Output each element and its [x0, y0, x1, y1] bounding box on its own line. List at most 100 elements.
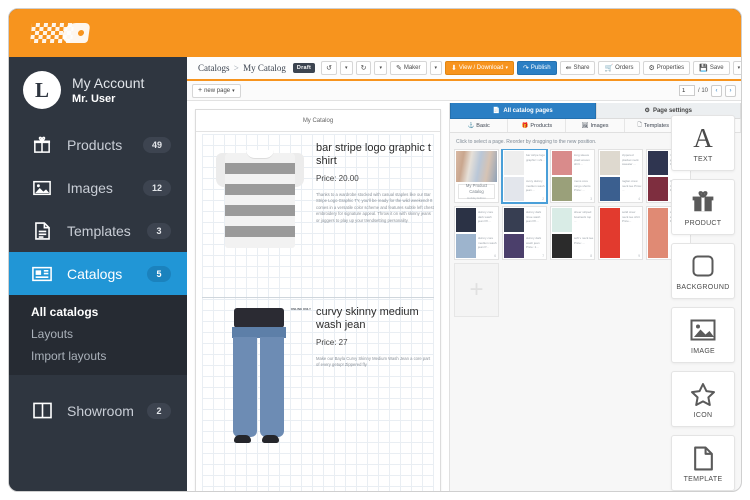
properties-label: Properties: [656, 65, 685, 71]
palette-label: IMAGE: [690, 348, 716, 355]
page-navigation-bar: + new page ▾ / 10 ‹ ›: [187, 81, 741, 101]
undo-button[interactable]: ↺: [321, 61, 338, 75]
orders-label: Orders: [615, 65, 634, 71]
subtab-images[interactable]: 🖼 Images: [566, 119, 625, 132]
catalogs-subnav: All catalogs Layouts Import layouts: [9, 295, 187, 375]
thumbnail-cover[interactable]: My Product Catalog Holiday Edition: [454, 149, 499, 203]
palette-item-icon[interactable]: ICON: [671, 371, 735, 427]
product-price-1: Price: 20.00: [316, 173, 359, 183]
chevron-down-icon: ▾: [434, 65, 438, 71]
thumbnail-number: 6: [494, 254, 496, 258]
thumbnail-label-bottom: mens core cargo shorts Price: ...: [574, 179, 591, 192]
publish-button[interactable]: ↷ Publish: [517, 61, 557, 75]
properties-button[interactable]: ⚙ Properties: [642, 61, 691, 75]
maker-dropdown[interactable]: ▾: [429, 61, 443, 75]
account-block[interactable]: L My Account Mr. User: [9, 57, 187, 123]
orders-button[interactable]: 🛒 Orders: [598, 61, 640, 75]
element-palette: A TEXT PRODUCT BACKGROUND IMAGE ICON TEM…: [665, 115, 741, 491]
plus-icon: +: [198, 87, 203, 94]
page-number-input[interactable]: [678, 85, 695, 96]
main-area: Catalogs > My Catalog Draft ↺ ▾ ↻ ▾ ✎ Ma…: [187, 57, 741, 491]
subnav-item-layouts[interactable]: Layouts: [9, 323, 187, 345]
view-download-button[interactable]: ⬇ View / Download ▾: [445, 61, 514, 75]
thumbnail-page[interactable]: skinny core dark wash jean Pri... skinny…: [454, 206, 499, 260]
catalog-icon: [31, 264, 53, 284]
checkered-flag-logo[interactable]: [29, 19, 93, 47]
thumbnail-page[interactable]: bar stripe logo graphic t shi... curvy s…: [502, 149, 547, 203]
avatar: L: [23, 71, 61, 109]
undo-icon: ↺: [326, 64, 333, 72]
page-divider: [202, 297, 434, 298]
catalog-canvas[interactable]: My Catalog bar stripe logo graphic t shi…: [187, 103, 449, 491]
thumbnail-number: 2: [542, 197, 544, 201]
catalog-page[interactable]: My Catalog bar stripe logo graphic t shi…: [195, 109, 441, 491]
thumbnail-page[interactable]: sheer striped boatneck top ... soft v ne…: [550, 206, 595, 260]
page-grid: bar stripe logo graphic t shirt Price: 2…: [202, 134, 434, 491]
total-pages-label: / 10: [697, 87, 708, 94]
thumbnail-page[interactable]: solid crew neck tee shirt Price... 9: [598, 206, 643, 260]
status-badge: Draft: [292, 63, 316, 73]
subtab-products[interactable]: 🎁 Products: [508, 119, 567, 132]
thumbnail-page[interactable]: zippered placket neck sweater ... raglan…: [598, 149, 643, 203]
subtab-basic[interactable]: ⚓ Basic: [450, 119, 509, 132]
thumbnail-number: 8: [590, 254, 592, 258]
sidebar-badge: 2: [147, 402, 171, 419]
thumbnail-page[interactable]: long sleeve plaid woven shirt ... mens c…: [550, 149, 595, 203]
cover-subtitle: Holiday Edition: [467, 195, 486, 200]
sidebar-label: Images: [67, 179, 113, 196]
redo-icon: ↻: [360, 64, 367, 72]
maker-button[interactable]: ✎ Maker: [389, 61, 427, 75]
gift-icon: [691, 187, 715, 217]
subnav-item-all-catalogs[interactable]: All catalogs: [9, 301, 187, 323]
gear-icon: ⚙: [644, 108, 650, 114]
undo-dropdown[interactable]: ▾: [340, 61, 353, 75]
palette-item-image[interactable]: IMAGE: [671, 307, 735, 363]
app-header: [9, 9, 741, 57]
breadcrumb-root[interactable]: Catalogs: [198, 63, 230, 73]
palette-label: TEMPLATE: [683, 476, 723, 483]
subtab-label: Images: [590, 122, 609, 129]
product-description-1: Thanks to a wardrobe stocked with casual…: [316, 191, 434, 223]
gift-icon: [31, 135, 53, 155]
rounded-square-icon: [691, 251, 715, 281]
product-block-1[interactable]: bar stripe logo graphic t shirt Price: 2…: [202, 138, 434, 288]
next-page-button[interactable]: ›: [725, 84, 736, 97]
cover-title: My Product Catalog: [465, 183, 488, 194]
subtab-label: Products: [530, 122, 553, 129]
thumbnail-label-top: solid crew neck tee shirt Price...: [622, 210, 640, 223]
image-icon: [31, 178, 53, 198]
share-button[interactable]: ⇚ Share: [559, 61, 596, 75]
sidebar-item-catalogs[interactable]: Catalogs 5: [9, 252, 187, 295]
palette-item-product[interactable]: PRODUCT: [671, 179, 735, 235]
palette-label: TEXT: [693, 156, 713, 163]
redo-button[interactable]: ↻: [355, 61, 372, 75]
palette-item-background[interactable]: BACKGROUND: [671, 243, 735, 299]
page-header-title: My Catalog: [196, 110, 440, 132]
thumbnail-label-top: long sleeve plaid woven shirt ...: [574, 153, 590, 166]
product-block-2[interactable]: ONLINE ONLY curvy skinny medium wash jea…: [202, 302, 434, 472]
subnav-item-import-layouts[interactable]: Import layouts: [9, 345, 187, 367]
palette-item-template[interactable]: TEMPLATE: [671, 435, 735, 491]
new-page-button[interactable]: + new page ▾: [192, 83, 241, 98]
tab-all-catalog-pages[interactable]: 📄 All catalog pages: [450, 103, 596, 119]
logo-mark: [61, 23, 91, 43]
prev-page-button[interactable]: ‹: [711, 84, 722, 97]
palette-item-text[interactable]: A TEXT: [671, 115, 735, 171]
anchor-icon: ⚓: [467, 122, 475, 129]
thumbnail-number: 3: [590, 197, 592, 201]
add-page-tile[interactable]: +: [454, 263, 499, 317]
save-dropdown[interactable]: ▾: [732, 61, 741, 75]
thumbnail-page[interactable]: skinny dark rinse wash jean Pri... skinn…: [502, 206, 547, 260]
chevron-down-icon: ▾: [737, 65, 741, 71]
sidebar-item-showroom[interactable]: Showroom 2: [9, 389, 187, 432]
sidebar-item-products[interactable]: Products 49: [9, 123, 187, 166]
editor-toolbar: Catalogs > My Catalog Draft ↺ ▾ ↻ ▾ ✎ Ma…: [187, 57, 741, 81]
image-icon: [690, 315, 716, 345]
columns-icon: [31, 401, 53, 421]
sidebar-item-templates[interactable]: Templates 3: [9, 209, 187, 252]
redo-dropdown[interactable]: ▾: [374, 61, 387, 75]
save-button[interactable]: 💾 Save: [693, 61, 730, 75]
tshirt-illustration: [216, 146, 304, 250]
sidebar-label: Templates: [67, 222, 131, 239]
sidebar-item-images[interactable]: Images 12: [9, 166, 187, 209]
